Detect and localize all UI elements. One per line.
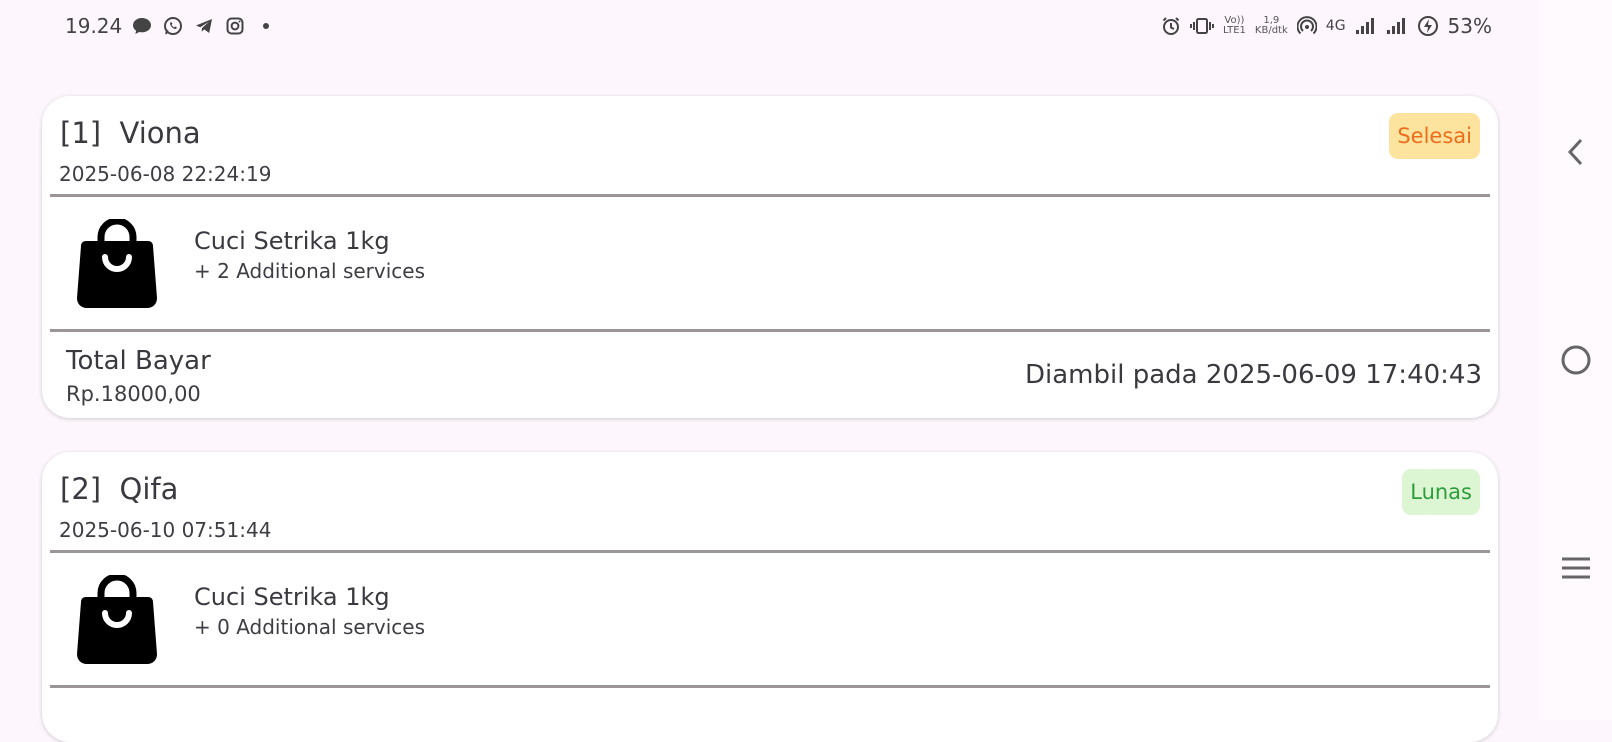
- order-service: Cuci Setrika 1kg + 2 Additional services: [42, 197, 1498, 329]
- home-button[interactable]: [1554, 338, 1598, 382]
- order-date: 2025-06-10 07:51:44: [59, 518, 272, 542]
- vibrate-icon: [1189, 15, 1214, 37]
- recents-icon: [1562, 557, 1590, 579]
- telegram-icon: [193, 15, 215, 37]
- order-service: Cuci Setrika 1kg + 0 Additional services: [42, 553, 1498, 685]
- battery-charging-icon: [1417, 15, 1439, 37]
- status-bar: 19.24 Vo)) LTE1 1,9 KB/dtk 4G 53%: [0, 0, 1540, 55]
- speed-indicator: 1,9 KB/dtk: [1255, 15, 1288, 37]
- back-icon: [1567, 138, 1583, 166]
- dot-icon: [255, 15, 277, 37]
- shopping-bag-icon: [76, 573, 158, 665]
- shopping-bag-icon: [76, 217, 158, 309]
- alarm-icon: [1161, 15, 1181, 37]
- additional-services: + 2 Additional services: [194, 259, 426, 283]
- status-left: 19.24: [65, 14, 277, 38]
- order-footer: Total Bayar Rp.18000,00 Diambil pada 202…: [42, 332, 1498, 416]
- service-name: Cuci Setrika 1kg: [194, 227, 390, 255]
- order-title: [2] Qifa: [60, 472, 179, 506]
- status-right: Vo)) LTE1 1,9 KB/dtk 4G 53%: [1161, 14, 1492, 38]
- status-time: 19.24: [65, 14, 123, 38]
- battery-level: 53%: [1447, 14, 1492, 38]
- pickup-time: Diambil pada 2025-06-09 17:40:43: [1025, 360, 1482, 390]
- order-card[interactable]: [1] Viona 2025-06-08 22:24:19 Selesai Cu…: [42, 96, 1498, 418]
- back-button[interactable]: [1554, 130, 1598, 174]
- total-value: Rp.18000,00: [66, 382, 201, 406]
- message-icon: [131, 15, 153, 37]
- additional-services: + 0 Additional services: [194, 615, 426, 639]
- recents-button[interactable]: [1554, 546, 1598, 590]
- divider: [50, 685, 1490, 688]
- order-card[interactable]: [2] Qifa 2025-06-10 07:51:44 Lunas Cuci …: [42, 452, 1498, 742]
- signal-icon-2: [1386, 15, 1408, 37]
- home-icon: [1561, 345, 1591, 375]
- total-label: Total Bayar: [66, 346, 211, 376]
- volte-indicator: Vo)) LTE1: [1223, 15, 1246, 37]
- order-date: 2025-06-08 22:24:19: [59, 162, 272, 186]
- status-badge: Selesai: [1389, 113, 1480, 159]
- network-type: 4G: [1325, 18, 1346, 34]
- whatsapp-icon: [162, 15, 184, 37]
- volte-bottom: LTE1: [1222, 25, 1246, 36]
- service-name: Cuci Setrika 1kg: [194, 583, 390, 611]
- hotspot-icon: [1296, 15, 1317, 37]
- signal-icon: [1355, 15, 1377, 37]
- order-header: [1] Viona 2025-06-08 22:24:19 Selesai: [42, 96, 1498, 194]
- order-header: [2] Qifa 2025-06-10 07:51:44 Lunas: [42, 452, 1498, 550]
- status-badge: Lunas: [1402, 469, 1480, 515]
- instagram-icon: [224, 15, 246, 37]
- order-title: [1] Viona: [60, 116, 201, 150]
- navigation-bar: [1540, 0, 1612, 720]
- speed-unit: KB/dtk: [1254, 25, 1288, 36]
